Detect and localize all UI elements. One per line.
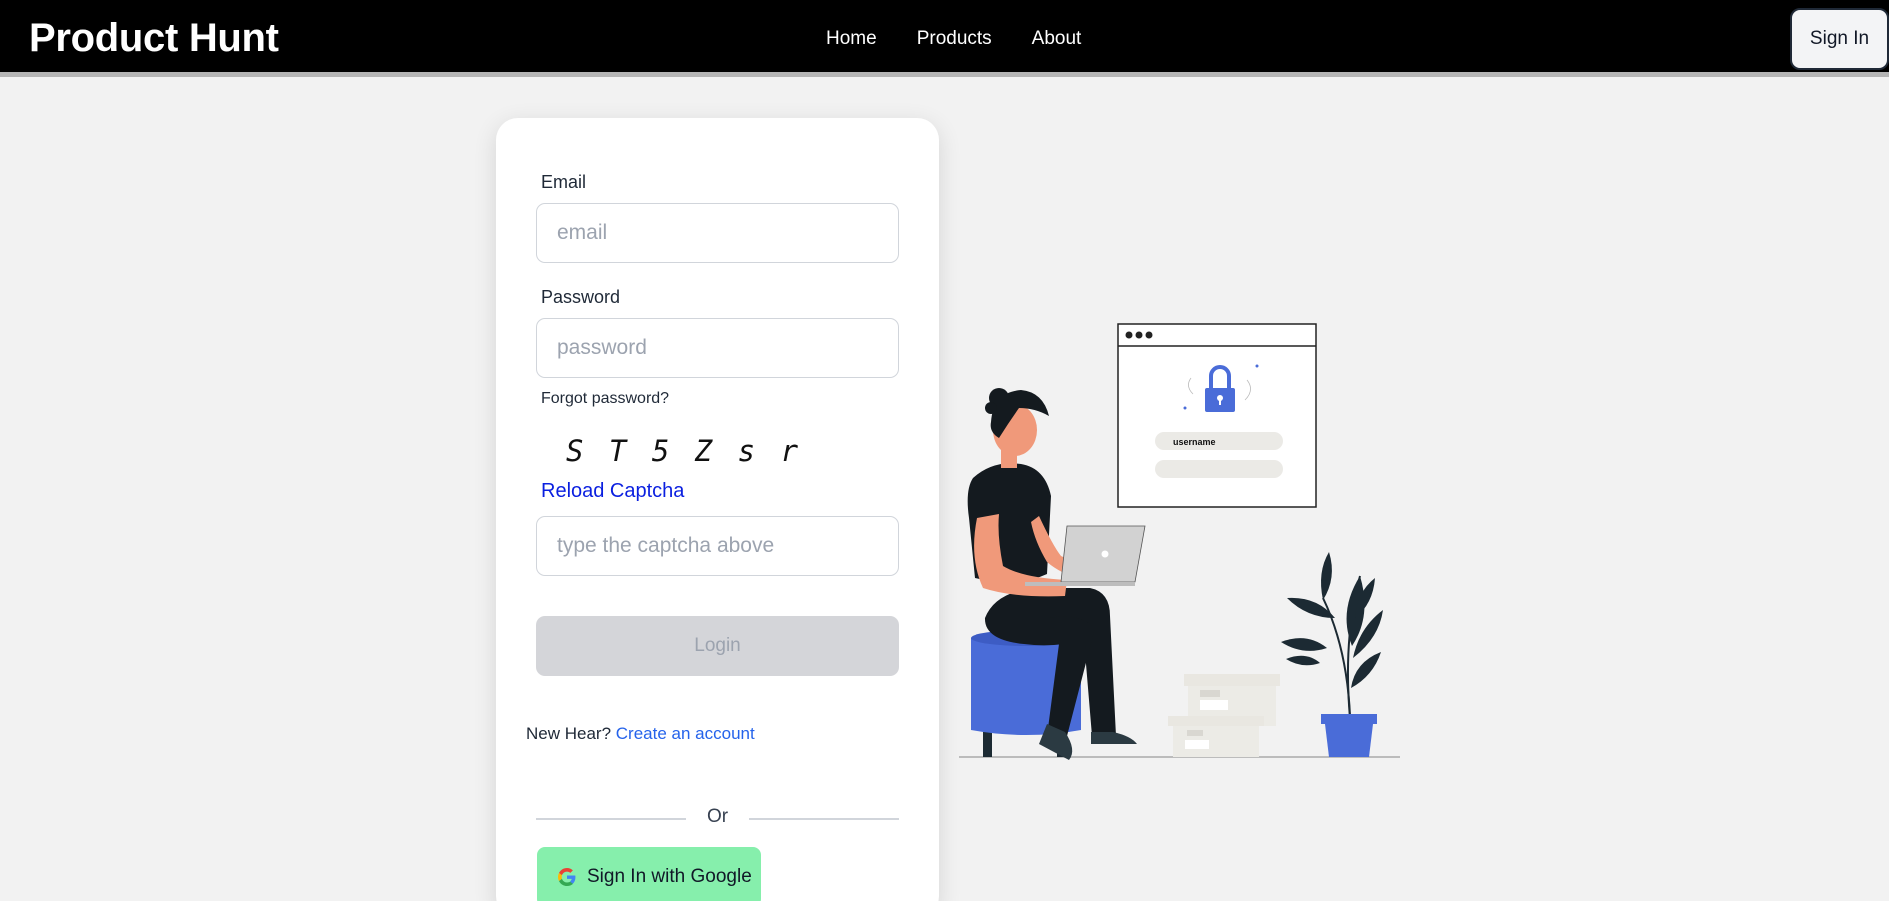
login-button[interactable]: Login bbox=[536, 616, 899, 676]
storage-boxes-graphic bbox=[1168, 674, 1280, 757]
email-input[interactable] bbox=[536, 203, 899, 263]
reload-captcha-link[interactable]: Reload Captcha bbox=[541, 480, 684, 503]
captcha-input[interactable] bbox=[536, 516, 899, 576]
create-account-link[interactable]: Create an account bbox=[616, 724, 755, 743]
captcha-image: S T 5 Z s r bbox=[566, 434, 803, 468]
browser-window-graphic: username bbox=[1117, 323, 1317, 508]
password-label: Password bbox=[541, 287, 621, 307]
google-sign-in-button[interactable]: Sign In with Google bbox=[537, 847, 761, 901]
login-card: Email Password Forgot password? S T 5 Z … bbox=[496, 118, 939, 901]
new-here-text: New Hear? bbox=[526, 724, 612, 743]
nav-link-home[interactable]: Home bbox=[826, 28, 877, 50]
divider-line-right bbox=[749, 818, 899, 820]
or-divider: Or bbox=[536, 806, 899, 830]
brand-logo[interactable]: Product Hunt bbox=[29, 16, 279, 61]
sign-in-button[interactable]: Sign In bbox=[1790, 8, 1889, 70]
nav-link-about[interactable]: About bbox=[1032, 28, 1082, 50]
navbar: Product Hunt Home Products About Sign In bbox=[0, 0, 1889, 77]
nav-links: Home Products About bbox=[826, 28, 1081, 50]
login-illustration: username bbox=[959, 323, 1400, 760]
nav-link-products[interactable]: Products bbox=[917, 28, 992, 50]
potted-plant-graphic bbox=[1281, 552, 1383, 757]
google-icon bbox=[558, 868, 576, 886]
email-label: Email bbox=[541, 172, 587, 192]
or-text: Or bbox=[706, 806, 729, 827]
password-input[interactable] bbox=[536, 318, 899, 378]
username-field-text: username bbox=[1173, 437, 1216, 447]
signup-prompt: New Hear? Create an account bbox=[526, 724, 755, 744]
google-sign-in-label: Sign In with Google bbox=[587, 866, 752, 887]
forgot-password-link[interactable]: Forgot password? bbox=[541, 390, 669, 408]
